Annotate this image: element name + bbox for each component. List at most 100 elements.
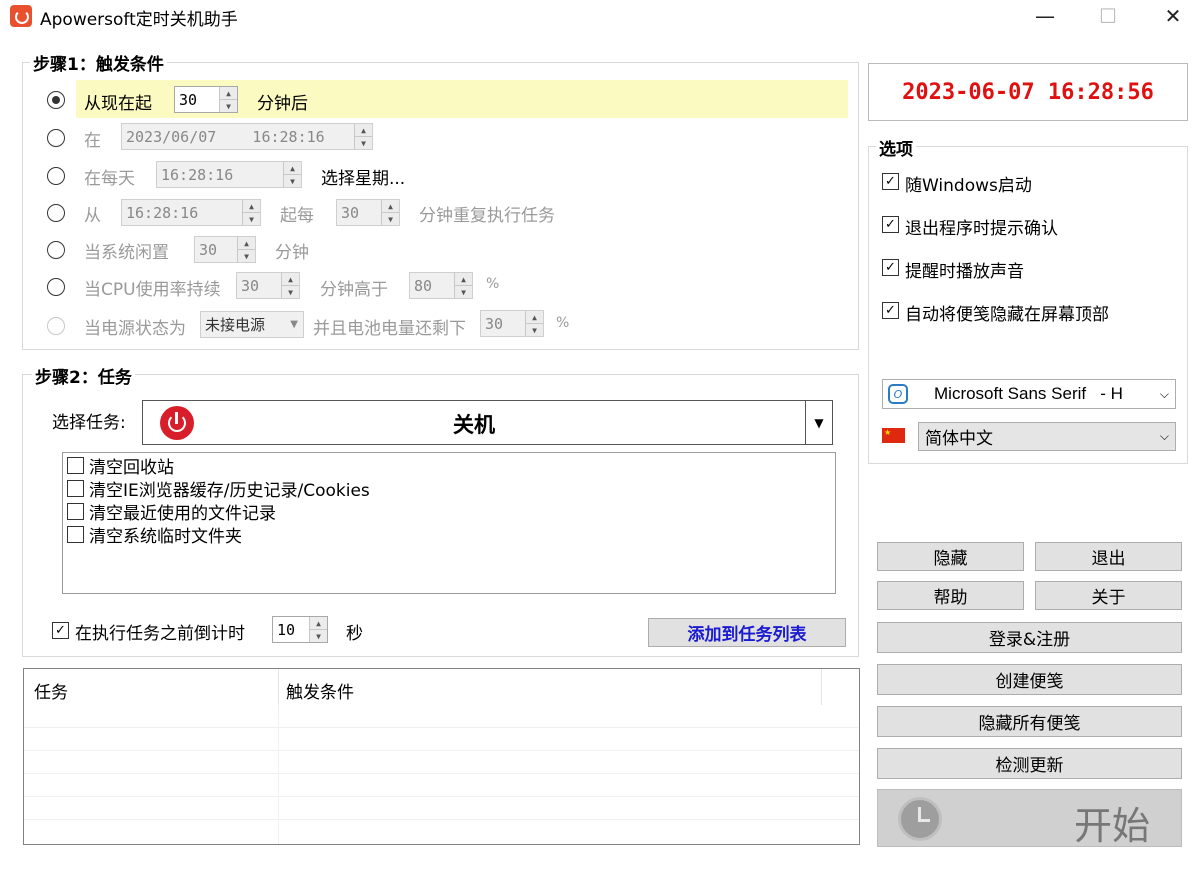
task-dropdown-arrow-icon[interactable]: ▼: [805, 401, 832, 444]
spin-up-icon[interactable]: ▲: [220, 87, 237, 99]
login-register-button[interactable]: 登录&注册: [877, 622, 1182, 653]
spin-down-icon[interactable]: ▼: [355, 136, 372, 149]
repeat-time-spin[interactable]: ▲ ▼: [242, 200, 260, 225]
option-label: 清空IE浏览器缓存/历史记录/Cookies: [89, 481, 370, 501]
spin-down-icon[interactable]: ▼: [243, 212, 260, 225]
minimize-button[interactable]: —: [1020, 2, 1070, 30]
spin-down-icon[interactable]: ▼: [310, 629, 327, 642]
hide-all-notes-button[interactable]: 隐藏所有便笺: [877, 706, 1182, 737]
spin-down-icon[interactable]: ▼: [455, 285, 472, 298]
hide-button[interactable]: 隐藏: [877, 542, 1024, 571]
checkbox-empty-recycle-bin[interactable]: [67, 457, 84, 474]
maximize-button[interactable]: ☐: [1083, 2, 1133, 30]
countdown-stepper[interactable]: 10 ▲ ▼: [272, 616, 328, 643]
checkbox-confirm-exit[interactable]: ✓: [882, 216, 899, 233]
close-button[interactable]: ✕: [1148, 2, 1198, 30]
minutes-suffix: 分钟后: [257, 94, 308, 114]
repeat-time-picker[interactable]: 16:28:16 ▲ ▼: [121, 199, 261, 226]
minutes-value: 30: [179, 90, 198, 109]
start-label: 开始: [1074, 804, 1151, 848]
cpu-percent-stepper[interactable]: 80 ▲ ▼: [409, 272, 473, 299]
repeat-minutes-stepper[interactable]: 30 ▲ ▼: [336, 199, 400, 226]
spin-up-icon[interactable]: ▲: [455, 273, 472, 285]
spin-down-icon[interactable]: ▼: [526, 323, 543, 336]
minutes-stepper[interactable]: 30 ▲ ▼: [174, 86, 238, 113]
task-select[interactable]: 关机 ▼: [142, 400, 833, 445]
spin-up-icon[interactable]: ▲: [238, 237, 255, 249]
radio-idle[interactable]: [47, 241, 65, 259]
battery-label: 并且电池电量还剩下: [313, 319, 466, 339]
option-label: 清空最近使用的文件记录: [89, 504, 276, 524]
china-flag-icon: ★: [882, 428, 905, 443]
minutes-spin[interactable]: ▲ ▼: [219, 87, 237, 112]
spin-down-icon[interactable]: ▼: [220, 99, 237, 112]
radio-repeat[interactable]: [47, 204, 65, 222]
window-title: Apowersoft定时关机助手: [40, 10, 238, 30]
idle-minutes-stepper[interactable]: 30 ▲ ▼: [194, 236, 256, 263]
option-start-with-windows-label: 随Windows启动: [905, 176, 1032, 196]
option-play-sound-label: 提醒时播放声音: [905, 262, 1024, 282]
battery-percent-sign: %: [556, 315, 570, 331]
column-header-trigger[interactable]: 触发条件: [286, 678, 354, 703]
battery-percent-stepper[interactable]: 30 ▲ ▼: [480, 310, 544, 337]
about-button[interactable]: 关于: [1035, 581, 1182, 610]
spin-down-icon[interactable]: ▼: [282, 285, 299, 298]
countdown-checkbox[interactable]: ✓: [52, 622, 69, 639]
start-button[interactable]: 开始: [877, 789, 1182, 848]
font-select[interactable]: O Microsoft Sans Serif - H ⌵: [882, 379, 1176, 409]
radio-cpu[interactable]: [47, 278, 65, 296]
spin-up-icon[interactable]: ▲: [243, 200, 260, 212]
language-select[interactable]: 简体中文 ⌵: [918, 422, 1176, 451]
help-button[interactable]: 帮助: [877, 581, 1024, 610]
radio-from-now[interactable]: [47, 91, 65, 109]
spin-down-icon[interactable]: ▼: [382, 212, 399, 225]
radio-daily[interactable]: [47, 167, 65, 185]
datetime-picker[interactable]: 2023/06/07 16:28:16 ▲ ▼: [121, 123, 373, 150]
table-header: 任务 触发条件: [24, 669, 859, 705]
select-weekday-link[interactable]: 选择星期...: [321, 164, 405, 189]
option-label: 清空回收站: [89, 458, 174, 478]
cpu-minutes-stepper[interactable]: 30 ▲ ▼: [236, 272, 300, 299]
language-select-value: 简体中文: [925, 429, 993, 449]
battery-percent-spin[interactable]: ▲ ▼: [525, 311, 543, 336]
daily-time-picker[interactable]: 16:28:16 ▲ ▼: [156, 161, 302, 188]
spin-up-icon[interactable]: ▲: [355, 124, 372, 136]
spin-up-icon[interactable]: ▲: [382, 200, 399, 212]
spin-down-icon[interactable]: ▼: [284, 174, 301, 187]
spin-up-icon[interactable]: ▲: [310, 617, 327, 629]
checkbox-hide-notes-top[interactable]: ✓: [882, 302, 899, 319]
option-hide-notes-top-label: 自动将便笺隐藏在屏幕顶部: [905, 305, 1109, 325]
cpu-percent-spin[interactable]: ▲ ▼: [454, 273, 472, 298]
check-update-button[interactable]: 检测更新: [877, 748, 1182, 779]
exit-button[interactable]: 退出: [1035, 542, 1182, 571]
spin-up-icon[interactable]: ▲: [284, 162, 301, 174]
spin-up-icon[interactable]: ▲: [526, 311, 543, 323]
countdown-spin[interactable]: ▲ ▼: [309, 617, 327, 642]
create-note-button[interactable]: 创建便笺: [877, 664, 1182, 695]
clock-icon: [898, 797, 942, 841]
checkbox-play-sound[interactable]: ✓: [882, 259, 899, 276]
spin-up-icon[interactable]: ▲: [282, 273, 299, 285]
idle-minutes-spin[interactable]: ▲ ▼: [237, 237, 255, 262]
cleanup-options-list: 清空回收站 清空IE浏览器缓存/历史记录/Cookies 清空最近使用的文件记录…: [62, 452, 836, 594]
add-to-task-list-button[interactable]: 添加到任务列表: [648, 618, 846, 647]
radio-at[interactable]: [47, 129, 65, 147]
countdown-unit: 秒: [346, 624, 363, 644]
checkbox-start-with-windows[interactable]: ✓: [882, 173, 899, 190]
checkbox-clear-temp-folder[interactable]: [67, 526, 84, 543]
checkbox-clear-recent-files[interactable]: [67, 503, 84, 520]
radio-power[interactable]: [47, 317, 65, 335]
spin-down-icon[interactable]: ▼: [238, 249, 255, 262]
checkbox-clear-ie-cache[interactable]: [67, 480, 84, 497]
cpu-minutes-value: 30: [241, 276, 260, 295]
datetime-value: 2023/06/07 16:28:16: [126, 127, 325, 146]
column-header-task[interactable]: 任务: [34, 678, 68, 703]
repeat-minutes-spin[interactable]: ▲ ▼: [381, 200, 399, 225]
daily-time-value: 16:28:16: [161, 165, 234, 184]
power-state-select[interactable]: 未接电源 ▼: [200, 311, 304, 338]
cpu-minutes-spin[interactable]: ▲ ▼: [281, 273, 299, 298]
datetime-spin[interactable]: ▲ ▼: [354, 124, 372, 149]
power-label: 当电源状态为: [84, 319, 186, 339]
daily-time-spin[interactable]: ▲ ▼: [283, 162, 301, 187]
repeat-time-value: 16:28:16: [126, 203, 199, 222]
